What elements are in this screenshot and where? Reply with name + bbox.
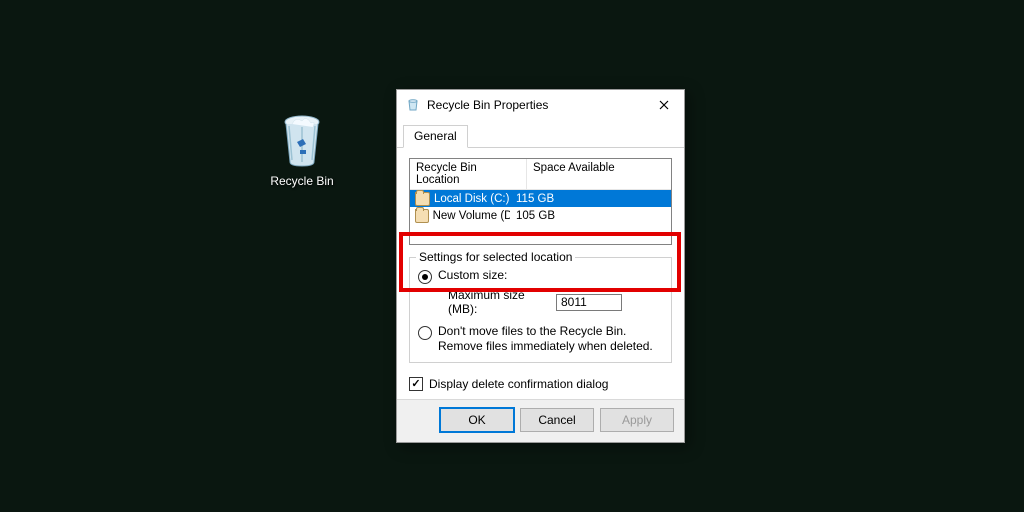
col-location[interactable]: Recycle Bin Location <box>410 159 527 189</box>
col-space[interactable]: Space Available <box>527 159 671 189</box>
radio-custom-size-row[interactable]: Custom size: <box>418 268 663 284</box>
location-row-c[interactable]: Local Disk (C:) 115 GB <box>410 190 671 207</box>
location-table: Recycle Bin Location Space Available Loc… <box>409 158 672 245</box>
radio-dont-move-label: Don't move files to the Recycle Bin. Rem… <box>438 324 663 354</box>
recycle-bin-small-icon <box>405 97 421 113</box>
radio-custom-size[interactable] <box>418 270 432 284</box>
location-table-header: Recycle Bin Location Space Available <box>410 159 671 190</box>
desktop-icon-label: Recycle Bin <box>262 174 342 188</box>
recycle-bin-icon <box>278 112 326 170</box>
checkbox-confirm-delete[interactable] <box>409 377 423 391</box>
cancel-button[interactable]: Cancel <box>520 408 594 432</box>
folder-icon <box>415 192 430 206</box>
close-icon <box>659 100 669 110</box>
drive-name: New Volume (D:) <box>433 210 510 222</box>
desktop-recycle-bin[interactable]: Recycle Bin <box>262 112 342 188</box>
titlebar[interactable]: Recycle Bin Properties <box>397 90 684 120</box>
close-button[interactable] <box>644 91 684 119</box>
folder-icon <box>415 209 429 223</box>
location-row-d[interactable]: New Volume (D:) 105 GB <box>410 207 671 224</box>
ok-button[interactable]: OK <box>440 408 514 432</box>
dialog-title: Recycle Bin Properties <box>427 98 644 112</box>
apply-button: Apply <box>600 408 674 432</box>
drive-name: Local Disk (C:) <box>434 193 509 205</box>
settings-group: Settings for selected location Custom si… <box>409 257 672 363</box>
drive-space: 105 GB <box>514 210 671 222</box>
group-title: Settings for selected location <box>416 250 575 264</box>
radio-dont-move-row[interactable]: Don't move files to the Recycle Bin. Rem… <box>418 324 663 354</box>
drive-space: 115 GB <box>514 193 671 205</box>
checkbox-confirm-delete-label: Display delete confirmation dialog <box>429 377 608 391</box>
radio-custom-size-label: Custom size: <box>438 268 507 283</box>
radio-dont-move[interactable] <box>418 326 432 340</box>
dialog-button-row: OK Cancel Apply <box>397 399 684 442</box>
max-size-input[interactable] <box>556 294 622 311</box>
checkbox-confirm-delete-row[interactable]: Display delete confirmation dialog <box>409 377 672 391</box>
tab-general[interactable]: General <box>403 125 468 148</box>
max-size-label: Maximum size (MB): <box>448 288 556 316</box>
recycle-bin-properties-dialog: Recycle Bin Properties General Recycle B… <box>396 89 685 443</box>
tab-strip: General <box>397 120 684 148</box>
